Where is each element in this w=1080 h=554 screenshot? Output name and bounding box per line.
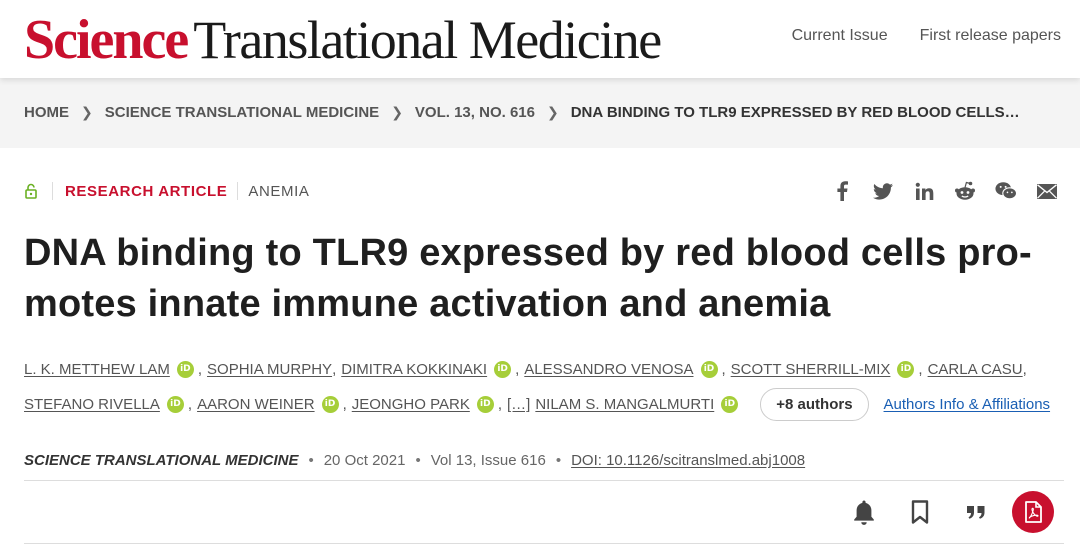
author-list: L. K. METTHEW LAM iD, SOPHIA MURPHY, DIM…: [24, 356, 1064, 421]
author-line: L. K. METTHEW LAM iD, SOPHIA MURPHY, DIM…: [24, 360, 1027, 378]
top-nav: Current Issue First release papers: [792, 27, 1061, 45]
expand-authors-ellipsis[interactable]: […]: [507, 396, 530, 413]
divider: [24, 480, 1064, 481]
breadcrumb-issue[interactable]: VOL. 13, NO. 616: [415, 104, 535, 121]
site-logo[interactable]: Science Translational Medicine: [24, 8, 662, 72]
bookmark-icon[interactable]: [892, 490, 948, 534]
reddit-icon[interactable]: [954, 180, 976, 202]
site-header: Science Translational Medicine Current Is…: [0, 0, 1080, 78]
cite-quote-icon[interactable]: [948, 490, 1004, 534]
author-link[interactable]: CARLA CASU: [928, 361, 1023, 378]
orcid-icon[interactable]: iD: [476, 395, 494, 413]
affiliations-link[interactable]: Authors Info & Affiliations: [884, 396, 1051, 413]
title-line-1: DNA binding to TLR9 expressed by red blo…: [24, 232, 1032, 274]
journal-name: SCIENCE TRANSLATIONAL MEDICINE: [24, 452, 299, 469]
orcid-icon[interactable]: iD: [721, 395, 739, 413]
author-line: STEFANO RIVELLA iD, AARON WEINER iD, JEO…: [24, 387, 1064, 421]
orcid-icon[interactable]: iD: [897, 360, 915, 378]
pdf-icon: [1025, 501, 1042, 523]
chevron-right-icon: ❯: [391, 104, 403, 120]
breadcrumb-home[interactable]: HOME: [24, 104, 69, 121]
title-line-2: motes innate immune activation and anemi…: [24, 283, 831, 325]
article-meta-row: RESEARCH ARTICLE ANEMIA: [24, 181, 310, 201]
doi-link[interactable]: DOI: 10.1126/scitranslmed.abj1008: [571, 452, 805, 469]
nav-first-release[interactable]: First release papers: [920, 27, 1061, 45]
wechat-icon[interactable]: [995, 180, 1017, 202]
chevron-right-icon: ❯: [81, 104, 93, 120]
divider: [52, 182, 53, 200]
twitter-icon[interactable]: [872, 180, 894, 202]
breadcrumb: HOME ❯ SCIENCE TRANSLATIONAL MEDICINE ❯ …: [24, 104, 1020, 121]
author-link[interactable]: NILAM S. MANGALMURTI: [535, 396, 714, 413]
bell-icon[interactable]: [836, 490, 892, 534]
pdf-download-button[interactable]: [1012, 491, 1054, 533]
orcid-icon[interactable]: iD: [700, 360, 718, 378]
linkedin-icon[interactable]: [913, 180, 935, 202]
publication-date: 20 Oct 2021: [323, 452, 406, 469]
article-title: DNA binding to TLR9 expressed by red blo…: [24, 228, 1064, 330]
author-link[interactable]: SOPHIA MURPHY: [207, 361, 332, 378]
open-lock-icon: [24, 183, 38, 199]
author-link[interactable]: STEFANO RIVELLA: [24, 396, 160, 413]
chevron-right-icon: ❯: [546, 104, 559, 120]
author-link[interactable]: L. K. METTHEW LAM: [24, 361, 170, 378]
breadcrumb-current: DNA BINDING TO TLR9 EXPRESSED BY RED BLO…: [570, 104, 1020, 121]
article-tools: [836, 490, 1054, 534]
author-link[interactable]: DIMITRA KOKKINAKI: [341, 361, 487, 378]
author-link[interactable]: SCOTT SHERRILL-MIX: [731, 361, 891, 378]
divider: [237, 182, 239, 200]
logo-science-text: Science: [24, 9, 189, 71]
author-link[interactable]: ALESSANDRO VENOSA: [524, 361, 693, 378]
author-link[interactable]: JEONGHO PARK: [352, 396, 470, 413]
divider: [24, 543, 1064, 544]
publication-info: SCIENCE TRANSLATIONAL MEDICINE • 20 Oct …: [24, 452, 806, 469]
volume-issue[interactable]: Vol 13, Issue 616: [431, 452, 546, 469]
orcid-icon[interactable]: iD: [176, 360, 194, 378]
logo-journal-text: Translational Medicine: [193, 10, 662, 70]
orcid-icon[interactable]: iD: [166, 395, 184, 413]
author-link[interactable]: AARON WEINER: [197, 396, 315, 413]
more-authors-button[interactable]: +8 authors: [760, 387, 869, 421]
article-type[interactable]: RESEARCH ARTICLE: [65, 183, 227, 200]
facebook-icon[interactable]: [831, 180, 853, 202]
nav-current-issue[interactable]: Current Issue: [792, 27, 888, 45]
article-subject[interactable]: ANEMIA: [248, 183, 309, 200]
breadcrumb-journal[interactable]: SCIENCE TRANSLATIONAL MEDICINE: [105, 104, 379, 121]
breadcrumb-band: HOME ❯ SCIENCE TRANSLATIONAL MEDICINE ❯ …: [0, 78, 1080, 148]
orcid-icon[interactable]: iD: [494, 360, 512, 378]
email-icon[interactable]: [1036, 180, 1058, 202]
share-bar: [831, 180, 1058, 202]
orcid-icon[interactable]: iD: [321, 395, 339, 413]
